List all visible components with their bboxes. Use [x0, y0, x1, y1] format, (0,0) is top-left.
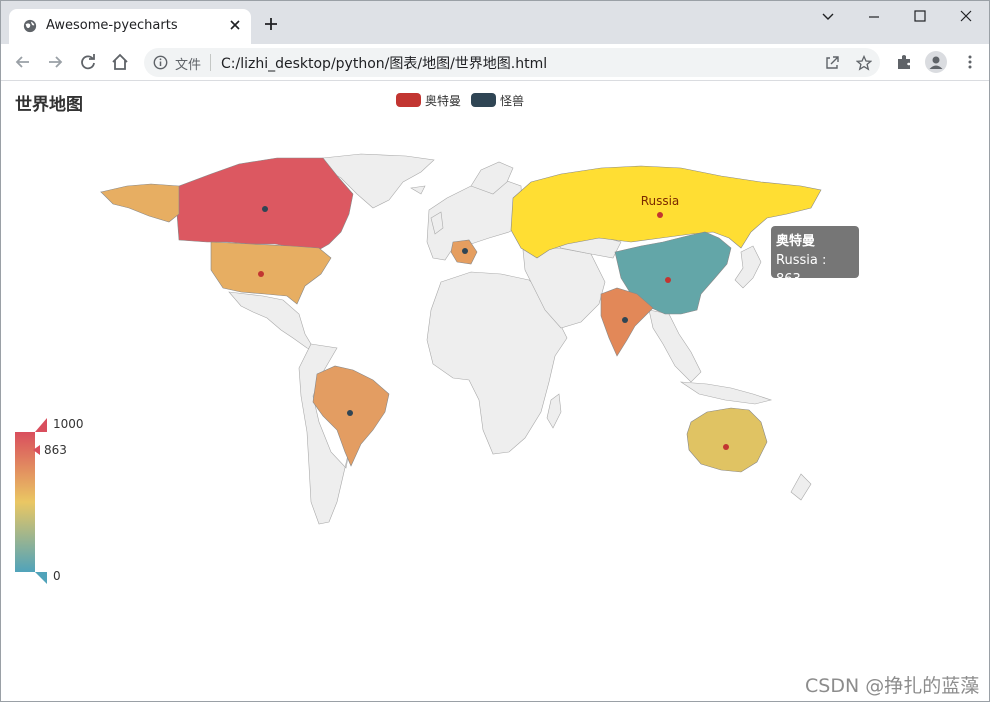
new-tab-icon[interactable] [263, 16, 279, 32]
visual-map-min: 0 [53, 569, 61, 583]
minimize-icon[interactable] [863, 7, 885, 27]
reload-icon[interactable] [79, 53, 97, 71]
country-australia [686, 407, 768, 473]
page-content: Russia 世界地图 奥特曼 怪兽 奥特曼 Russia : 863 1000… [1, 82, 989, 701]
browser-tab[interactable]: Awesome-pyecharts [9, 9, 251, 44]
legend-item-ultraman[interactable]: 奥特曼 [396, 92, 461, 109]
chart-title: 世界地图 [15, 95, 83, 115]
url-separator [210, 54, 211, 71]
marker-usa [258, 271, 264, 277]
country-alaska [100, 183, 180, 223]
tooltip: 奥特曼 Russia : 863 [771, 226, 859, 287]
visual-map-gradient[interactable] [15, 432, 35, 572]
marker-india [622, 317, 628, 323]
menu-kebab-icon[interactable] [961, 53, 979, 71]
legend-swatch [396, 93, 421, 107]
close-window-icon[interactable] [955, 7, 977, 27]
country-usa [210, 241, 332, 305]
visual-map-current: 863 [44, 443, 67, 457]
marker-brazil [347, 410, 353, 416]
tooltip-series: 奥特曼 [776, 234, 816, 249]
legend-swatch [471, 93, 497, 107]
marker-canada [262, 206, 268, 212]
marker-australia [723, 444, 729, 450]
country-canada [176, 157, 354, 253]
forward-icon[interactable] [46, 53, 64, 71]
new-zealand [790, 473, 812, 501]
url-text[interactable]: C:/lizhi_desktop/python/图表/地图/世界地图.html [221, 53, 547, 73]
back-icon[interactable] [14, 53, 32, 71]
extensions-icon[interactable] [895, 53, 913, 71]
info-icon[interactable] [153, 55, 168, 70]
url-scheme-label: 文件 [175, 58, 202, 73]
indonesia [679, 381, 773, 405]
close-tab-icon[interactable] [227, 17, 243, 33]
madagascar [546, 393, 562, 429]
visual-map-bottom-handle[interactable] [35, 572, 47, 584]
japan [734, 245, 762, 289]
watermark: CSDN @挣扎的蓝藻 [805, 675, 980, 697]
legend-item-monster[interactable]: 怪兽 [471, 92, 524, 109]
visual-map-indicator [33, 445, 40, 455]
mexico-central-america [228, 291, 322, 353]
browser-window: Awesome-pyecharts 文件 C:/lizhi_desktop/py… [0, 0, 990, 702]
legend-label: 怪兽 [500, 93, 525, 108]
bookmark-star-icon[interactable] [856, 55, 872, 71]
maximize-icon[interactable] [909, 7, 931, 27]
world-map: Russia [100, 153, 822, 525]
marker-russia [657, 212, 663, 218]
southeast-asia [648, 309, 702, 383]
browser-toolbar: 文件 C:/lizhi_desktop/python/图表/地图/世界地图.ht… [1, 44, 989, 81]
chevron-down-icon[interactable] [817, 7, 839, 27]
marker-france [462, 248, 468, 254]
tab-bar: Awesome-pyecharts [1, 1, 989, 44]
visual-map-max: 1000 [53, 417, 84, 431]
tab-title: Awesome-pyecharts [46, 18, 178, 33]
profile-avatar-icon[interactable] [925, 51, 947, 73]
globe-icon [23, 19, 37, 33]
tooltip-value: Russia : 863 [776, 253, 827, 287]
share-icon[interactable] [824, 55, 840, 71]
address-bar[interactable]: 文件 C:/lizhi_desktop/python/图表/地图/世界地图.ht… [144, 48, 880, 77]
legend: 奥特曼 怪兽 [396, 91, 534, 109]
visual-map-top-handle[interactable] [35, 418, 47, 432]
marker-china [665, 277, 671, 283]
home-icon[interactable] [111, 53, 129, 71]
legend-label: 奥特曼 [425, 93, 462, 108]
russia-label: Russia [641, 194, 680, 208]
